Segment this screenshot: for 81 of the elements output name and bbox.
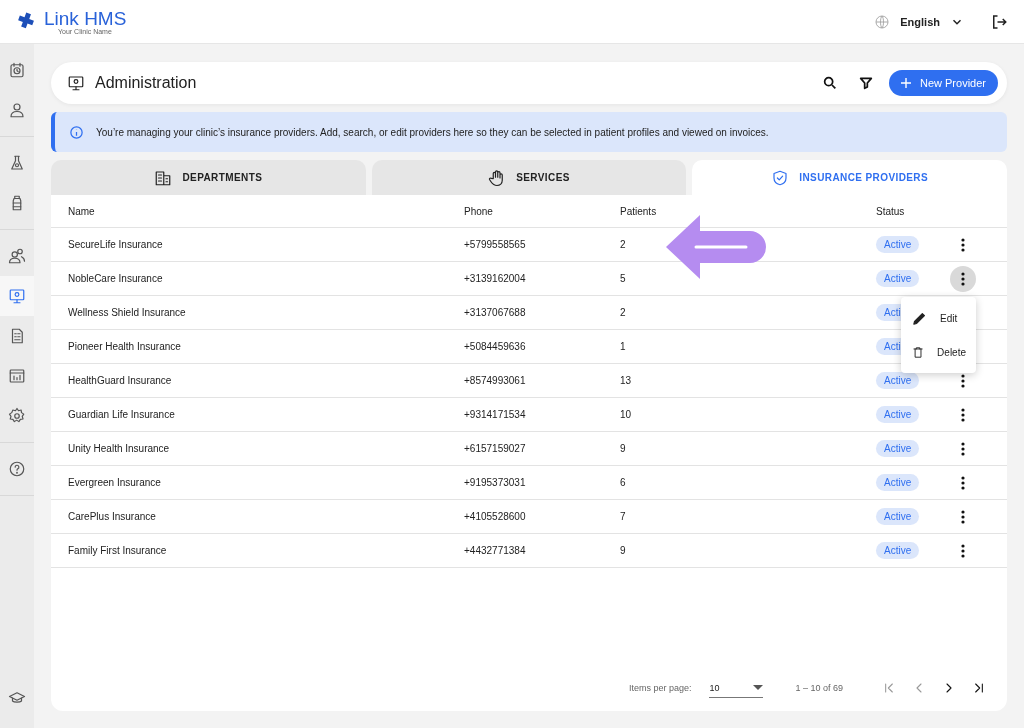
monitor-icon [67,74,85,92]
table-cell-text: Unity Health Insurance [68,443,171,454]
building-icon [154,168,173,187]
column-header: Patients [620,205,658,217]
tab[interactable]: INSURANCE PROVIDERS [692,160,1007,195]
table-cell-text: 5 [620,273,627,284]
more-icon [961,441,965,456]
chart-icon [8,367,26,385]
table-cell-text: +3137067688 [464,307,527,318]
filter-icon [857,75,874,91]
app-name: Link HMS [44,8,127,28]
table-cell-text: NobleCare Insurance [68,273,164,284]
page-title: Administration [95,74,198,92]
plus-icon [900,78,911,88]
more-icon [961,237,965,252]
table-cell-text: 13 [620,375,633,386]
person-icon [8,101,26,119]
items-per-page-label: Items per page: [628,683,692,693]
sidebar-item[interactable] [0,276,34,316]
status-badge: Active [876,474,920,491]
table-cell-text: +6157159027 [464,443,527,454]
status-badge: Active [876,236,920,253]
table-cell-text: +5084459636 [464,341,527,352]
settings-icon [8,407,26,425]
table-cell-text: +4105528600 [464,511,527,522]
column-header: Status [876,205,906,217]
status-badge: Active [876,372,920,389]
table-cell-text: Guardian Life Insurance [68,409,176,420]
people-icon [8,247,26,265]
status-badge: Active [876,406,920,423]
column-header: Phone [464,205,494,217]
table-cell-text: 9 [620,443,627,454]
flask-icon [8,154,26,172]
shield-icon [771,168,790,187]
table-cell-text: HealthGuard Insurance [68,375,173,386]
table-cell-text: Evergreen Insurance [68,477,162,488]
more-icon [961,407,965,422]
table-cell-text: 6 [620,477,627,488]
table-cell-text: 2 [620,239,627,250]
table-cell-text: +5799558565 [464,239,527,250]
table-cell-text: Family First Insurance [68,545,168,556]
column-header: Name [68,205,96,217]
table-cell-text: +9195373031 [464,477,527,488]
status-badge: Active [876,508,920,525]
more-icon [961,271,965,286]
more-icon [961,475,965,490]
more-icon [961,509,965,524]
table-cell-text: +9314171534 [464,409,527,420]
status-badge: Active [876,542,920,559]
language-selector[interactable]: English [900,15,940,28]
tab[interactable]: SERVICES [371,160,687,195]
globe-icon [874,13,891,30]
table-cell-text: +4432771384 [464,545,527,556]
info-icon [69,124,84,140]
more-icon [961,373,965,388]
table-cell-text: 7 [620,511,627,522]
table-cell-text: 10 [620,409,633,420]
table-cell-text: +8574993061 [464,375,527,386]
table-cell-text: +3139162004 [464,273,527,284]
table-cell-text: 9 [620,545,627,556]
search-icon [821,75,838,91]
table-cell-text: Pioneer Health Insurance [68,341,182,352]
page-range: 1 – 10 of 69 [795,683,843,693]
new-provider-button[interactable]: New Provider [888,70,998,96]
table-cell-text: SecureLife Insurance [68,239,164,250]
info-text: You’re managing your clinic’s insurance providers. Add, search, or edit providers here so they can be selected in patient profiles and viewed on invoices. [96,126,769,138]
monitor-icon [8,287,26,305]
status-badge: Active [876,270,920,287]
table-cell-text: 1 [620,341,627,352]
status-badge: Active [876,440,920,457]
calendar-icon [8,61,26,79]
dropdown-icon [753,684,764,691]
page-size-select[interactable]: 10 [709,678,764,698]
logout-icon[interactable] [990,12,1008,31]
more-icon [961,543,965,558]
table-cell-text: 2 [620,307,627,318]
help-icon [8,460,26,478]
tab[interactable]: DEPARTMENTS [51,160,366,195]
table-cell-text: Wellness Shield Insurance [68,307,187,318]
table-cell-text: CarePlus Insurance [68,511,157,522]
more-options-button[interactable] [950,265,976,292]
